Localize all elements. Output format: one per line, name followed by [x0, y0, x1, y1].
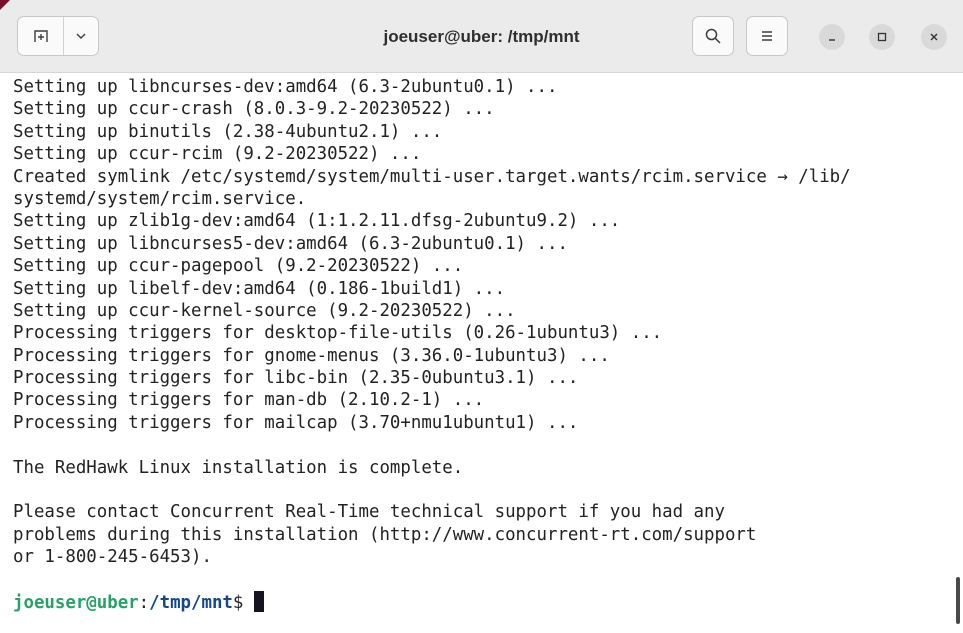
maximize-button[interactable]	[869, 24, 895, 50]
prompt-symbol: $	[232, 592, 254, 613]
output-line: systemd/system/rcim.service.	[13, 188, 307, 209]
new-tab-button-group	[17, 16, 99, 56]
output-line: Setting up libncurses-dev:amd64 (6.3-2ub…	[13, 77, 558, 97]
output-line: Setting up libelf-dev:amd64 (0.186-1buil…	[13, 278, 506, 299]
output-line: Setting up libncurses5-dev:amd64 (6.3-2u…	[13, 233, 568, 254]
prompt-user-host: joeuser@uber	[13, 592, 139, 613]
tab-menu-button[interactable]	[63, 17, 98, 55]
output-line: Created symlink /etc/systemd/system/mult…	[13, 166, 851, 187]
menu-button[interactable]	[746, 16, 788, 56]
output-line: or 1-800-245-6453).	[13, 547, 212, 568]
output-line: Processing triggers for man-db (2.10.2-1…	[13, 390, 485, 411]
output-line: Processing triggers for desktop-file-uti…	[13, 323, 663, 344]
output-line: Setting up ccur-crash (8.0.3-9.2-2023052…	[13, 99, 495, 120]
maximize-icon	[877, 32, 887, 42]
prompt-path: /tmp/mnt	[149, 592, 233, 613]
prompt-separator: :	[138, 592, 150, 613]
prompt-line: joeuser@uber:/tmp/mnt$	[13, 590, 963, 613]
search-icon	[705, 28, 721, 44]
terminal-window: joeuser@uber: /tmp/mnt Setting up libncu…	[0, 0, 963, 633]
text-cursor	[253, 590, 264, 612]
window-corner-accent	[0, 0, 10, 10]
close-icon	[930, 33, 938, 41]
window-title: joeuser@uber: /tmp/mnt	[383, 27, 580, 46]
new-tab-icon	[33, 30, 48, 42]
output-line: Processing triggers for gnome-menus (3.3…	[13, 345, 610, 366]
output-line: Setting up zlib1g-dev:amd64 (1:1.2.11.df…	[13, 211, 621, 232]
output-line: The RedHawk Linux installation is comple…	[13, 457, 464, 478]
output-line: Setting up ccur-kernel-source (9.2-20230…	[13, 300, 516, 321]
output-line: Setting up ccur-pagepool (9.2-20230522) …	[13, 256, 464, 277]
minimize-icon	[829, 39, 835, 41]
hamburger-menu-icon	[762, 31, 772, 41]
output-line: Setting up ccur-rcim (9.2-20230522) ...	[13, 144, 422, 165]
output-line: Processing triggers for mailcap (3.70+nm…	[13, 412, 579, 433]
search-button[interactable]	[692, 16, 734, 56]
chevron-down-icon	[76, 33, 86, 39]
new-tab-button[interactable]	[18, 17, 63, 55]
header-bar: joeuser@uber: /tmp/mnt	[0, 0, 963, 73]
output-line: Setting up binutils (2.38-4ubuntu2.1) ..…	[13, 121, 443, 142]
terminal-output[interactable]: Setting up libncurses-dev:amd64 (6.3-2ub…	[0, 73, 963, 633]
output-line: Processing triggers for libc-bin (2.35-0…	[13, 368, 579, 389]
output-line: problems during this installation (http:…	[13, 524, 757, 545]
close-button[interactable]	[921, 24, 947, 50]
scrollbar[interactable]	[956, 577, 960, 624]
output-line: Please contact Concurrent Real-Time tech…	[13, 502, 725, 523]
minimize-button[interactable]	[819, 24, 845, 50]
